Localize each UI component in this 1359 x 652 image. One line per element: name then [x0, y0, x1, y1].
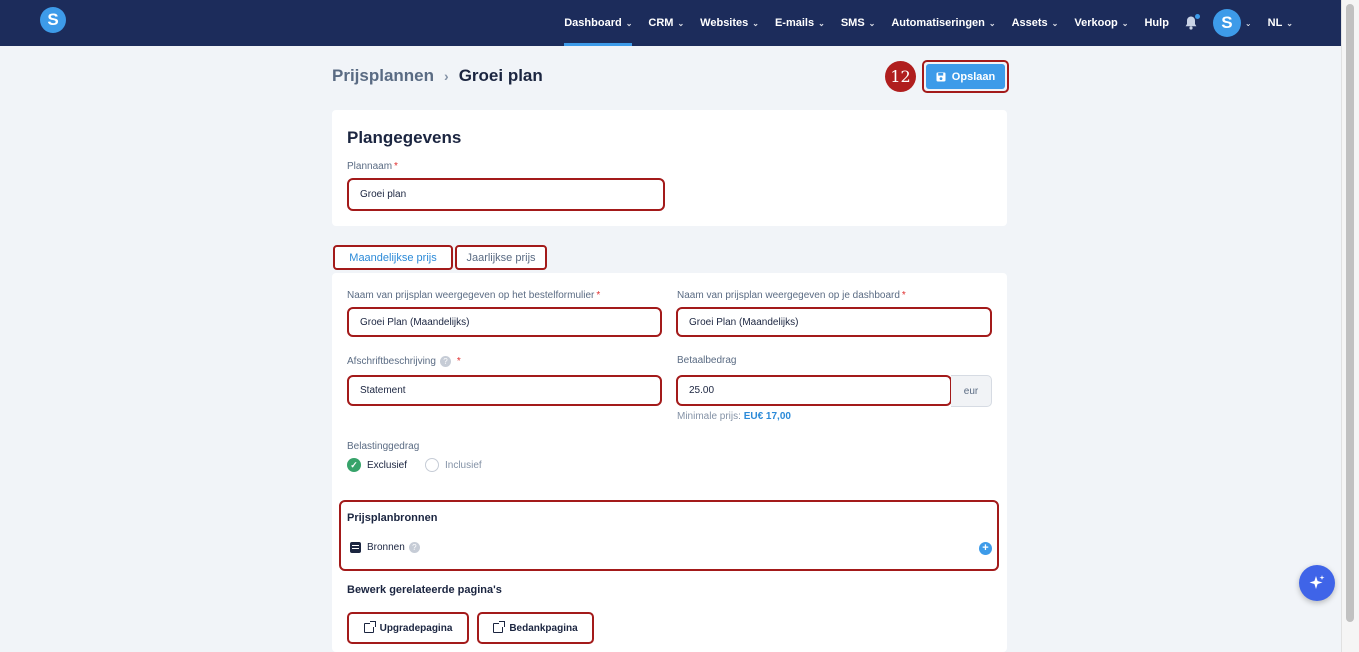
app-logo[interactable]: S: [40, 7, 66, 33]
chevron-down-icon: ⌄: [988, 18, 996, 28]
resources-icon: [350, 542, 361, 553]
save-button[interactable]: Opslaan: [922, 60, 1009, 93]
plan-details-title: Plangegevens: [347, 128, 462, 147]
nav-item-websites[interactable]: Websites ⌄: [692, 0, 767, 46]
dashboard-name-value: Groei Plan (Maandelijks): [689, 316, 799, 328]
floppy-disk-icon: [936, 72, 946, 81]
chevron-down-icon: ⌄: [1244, 18, 1252, 28]
tab-yearly-price[interactable]: Jaarlijkse prijs: [455, 245, 547, 270]
dashboard-name-label: Naam van prijsplan weergegeven op je das…: [677, 290, 906, 301]
nav-item-help[interactable]: Hulp: [1136, 0, 1176, 46]
save-button-label: Opslaan: [951, 70, 996, 83]
check-icon: ✓: [347, 458, 361, 472]
chevron-down-icon: ⌄: [752, 18, 759, 28]
step-number-badge: 12: [885, 61, 916, 92]
nav-item-crm[interactable]: CRM ⌄: [640, 0, 692, 46]
bell-icon[interactable]: [1183, 14, 1200, 31]
thanks-page-button[interactable]: Bedankpagina: [477, 612, 594, 644]
dashboard-name-input[interactable]: Groei Plan (Maandelijks): [676, 307, 992, 337]
nav-item-emails[interactable]: E-mails ⌄: [767, 0, 833, 46]
tab-monthly-price[interactable]: Maandelijkse prijs: [333, 245, 453, 270]
nav-menu: Dashboard ⌄ CRM ⌄ Websites ⌄ E-mails ⌄ SMS ⌄ …: [556, 0, 1301, 46]
top-navbar: S Dashboard ⌄ CRM ⌄ Websites ⌄ E-mails ⌄ SMS…: [0, 0, 1341, 46]
plan-name-input[interactable]: Groei plan: [347, 178, 665, 211]
resources-label: Bronnen: [367, 542, 405, 553]
currency-addon: eur: [951, 375, 992, 407]
help-icon[interactable]: ?: [408, 542, 420, 553]
external-link-icon: [493, 621, 506, 633]
minimum-price-note: Minimale prijs: EU€ 17,00: [677, 411, 791, 422]
chevron-down-icon: ⌄: [677, 18, 685, 28]
order-form-name-value: Groei Plan (Maandelijks): [360, 316, 470, 328]
amount-input[interactable]: 25.00: [676, 375, 952, 406]
tax-exclusive-radio[interactable]: ✓ Exclusief: [347, 458, 407, 472]
nav-item-sms[interactable]: SMS ⌄: [833, 0, 884, 46]
statement-label: Afschriftbeschrijving? *: [347, 356, 461, 368]
breadcrumb-parent-link[interactable]: Prijsplannen: [332, 66, 434, 86]
chevron-down-icon: ⌄: [1286, 18, 1293, 28]
scrollbar-thumb[interactable]: [1346, 4, 1354, 622]
chevron-down-icon: ⌄: [818, 18, 825, 28]
order-form-name-label: Naam van prijsplan weergegeven op het be…: [347, 290, 601, 301]
external-link-icon: [363, 621, 376, 633]
resources-item[interactable]: Bronnen ?: [350, 542, 420, 553]
chevron-down-icon: ⌄: [625, 18, 633, 28]
statement-value: Statement: [360, 385, 406, 396]
nav-item-assets[interactable]: Assets ⌄: [1004, 0, 1067, 46]
upgrade-page-button[interactable]: Upgradepagina: [347, 612, 469, 644]
user-avatar[interactable]: S: [1212, 9, 1241, 37]
nav-item-sales[interactable]: Verkoop ⌄: [1066, 0, 1136, 46]
amount-value: 25.00: [689, 385, 715, 396]
nav-item-dashboard[interactable]: Dashboard ⌄: [556, 0, 640, 46]
minimum-price-value: EU€ 17,00: [743, 411, 791, 422]
chevron-down-icon: ⌄: [1121, 18, 1129, 28]
related-pages-title: Bewerk gerelateerde pagina's: [347, 584, 502, 596]
plan-details-card: Plangegevens Plannaam * Groei plan: [332, 110, 1007, 226]
add-resource-button[interactable]: +: [979, 542, 992, 555]
plan-name-value: Groei plan: [360, 189, 407, 200]
page-title: Groei plan: [458, 66, 543, 85]
plan-resources-title: Prijsplanbronnen: [347, 512, 438, 524]
nav-item-automations[interactable]: Automatiseringen ⌄: [883, 0, 1003, 46]
plan-name-label: Plannaam *: [347, 161, 398, 172]
sparkle-icon: [1309, 575, 1325, 589]
amount-label: Betaalbedrag: [677, 355, 737, 366]
plan-resources-section: Prijsplanbronnen Bronnen ?: [339, 500, 999, 571]
chevron-right-icon: ›: [444, 68, 449, 84]
ai-assistant-button[interactable]: [1299, 565, 1335, 601]
tax-behaviour-label: Belastinggedrag: [347, 441, 420, 452]
language-selector[interactable]: NL ⌄: [1260, 0, 1301, 46]
tax-inclusive-radio[interactable]: Inclusief: [425, 458, 482, 472]
radio-circle: [425, 458, 439, 472]
help-icon[interactable]: ?: [439, 356, 451, 367]
breadcrumb: Prijsplannen › Groei plan: [332, 66, 543, 86]
order-form-name-input[interactable]: Groei Plan (Maandelijks): [347, 307, 662, 337]
chevron-down-icon: ⌄: [1051, 18, 1059, 28]
statement-input[interactable]: Statement: [347, 375, 662, 406]
notification-dot: [1194, 14, 1200, 19]
chevron-down-icon: ⌄: [868, 18, 876, 28]
page-scrollbar[interactable]: [1341, 0, 1359, 652]
